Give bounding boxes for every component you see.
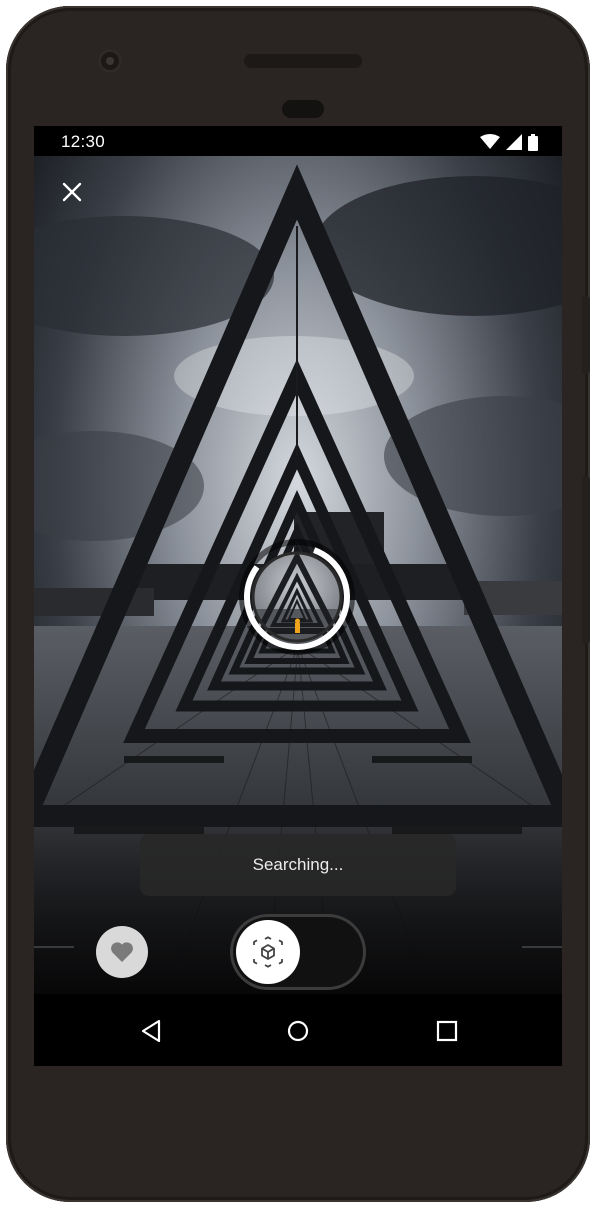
search-focus-indicator xyxy=(239,539,355,655)
navigation-bar xyxy=(34,994,562,1066)
power-button xyxy=(582,296,590,374)
earpiece-speaker xyxy=(244,54,362,68)
status-time: 12:30 xyxy=(61,132,106,151)
favorite-button[interactable] xyxy=(96,926,148,978)
wifi-icon xyxy=(480,134,500,149)
status-bar: 12:30 xyxy=(34,126,562,156)
recents-square-icon[interactable] xyxy=(434,1018,460,1044)
home-circle-icon[interactable] xyxy=(285,1018,311,1044)
cellular-signal-icon xyxy=(506,134,522,150)
toast-message: Searching... xyxy=(252,855,344,874)
front-camera xyxy=(98,49,122,73)
close-icon[interactable] xyxy=(58,178,86,206)
back-triangle-icon[interactable] xyxy=(139,1018,165,1044)
ar-mode-toggle[interactable] xyxy=(230,914,366,990)
searching-toast: Searching... xyxy=(140,834,456,896)
battery-icon xyxy=(528,133,538,151)
ar-mode-toggle-knob[interactable] xyxy=(236,920,300,984)
status-icons xyxy=(480,133,538,151)
screen: 12:30 Searching... xyxy=(34,126,562,1066)
3d-cube-icon xyxy=(253,936,283,968)
heart-icon xyxy=(111,942,133,962)
proximity-sensor xyxy=(282,100,324,118)
divider-left xyxy=(34,946,74,948)
divider-right xyxy=(522,946,562,948)
volume-button xyxy=(582,476,590,644)
